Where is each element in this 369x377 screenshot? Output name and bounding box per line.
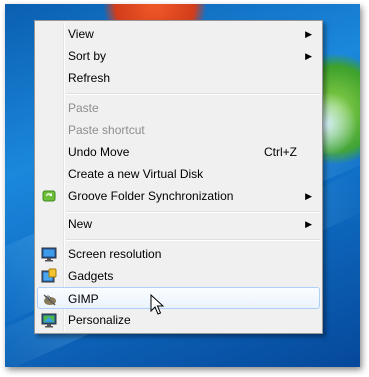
submenu-arrow-icon: ▶ bbox=[305, 29, 312, 39]
menu-item-paste: Paste bbox=[37, 97, 320, 119]
menu-item-view[interactable]: View ▶ bbox=[37, 23, 320, 45]
menu-item-personalize[interactable]: Personalize bbox=[37, 309, 320, 331]
menu-item-label: New bbox=[68, 217, 93, 231]
menu-item-create-virtual-disk[interactable]: Create a new Virtual Disk bbox=[37, 163, 320, 185]
gimp-icon bbox=[43, 294, 56, 306]
menu-item-gimp[interactable]: GIMP bbox=[37, 287, 320, 309]
menu-item-paste-shortcut: Paste shortcut bbox=[37, 119, 320, 141]
menu-item-label: Undo Move bbox=[68, 145, 130, 159]
menu-item-new[interactable]: New ▶ bbox=[37, 213, 320, 235]
menu-item-label: Personalize bbox=[68, 313, 131, 327]
desktop-context-menu: View ▶ Sort by ▶ Refresh Paste Paste sho… bbox=[34, 20, 323, 334]
menu-item-groove-folder-sync[interactable]: Groove Folder Synchronization ▶ bbox=[37, 185, 320, 207]
menu-item-label: GIMP bbox=[68, 292, 99, 306]
monitor-icon bbox=[41, 247, 57, 262]
menu-item-gadgets[interactable]: Gadgets bbox=[37, 265, 320, 287]
menu-item-label: Gadgets bbox=[68, 269, 114, 283]
menu-item-label: Paste bbox=[68, 101, 99, 115]
menu-item-label: Create a new Virtual Disk bbox=[68, 167, 204, 181]
menu-item-label: Sort by bbox=[68, 49, 107, 63]
menu-item-label: View bbox=[68, 27, 94, 41]
menu-separator bbox=[66, 239, 320, 241]
groove-sync-icon bbox=[42, 190, 56, 202]
submenu-arrow-icon: ▶ bbox=[305, 191, 312, 201]
menu-item-shortcut: Ctrl+Z bbox=[264, 145, 297, 159]
gadgets-icon bbox=[41, 268, 57, 283]
menu-item-label: Groove Folder Synchronization bbox=[68, 189, 234, 203]
menu-item-label: Screen resolution bbox=[68, 247, 162, 261]
menu-item-label: Paste shortcut bbox=[68, 123, 145, 137]
menu-item-sort-by[interactable]: Sort by ▶ bbox=[37, 45, 320, 67]
menu-item-label: Refresh bbox=[68, 71, 111, 85]
submenu-arrow-icon: ▶ bbox=[305, 219, 312, 229]
mouse-cursor-icon bbox=[150, 294, 164, 315]
menu-item-screen-resolution[interactable]: Screen resolution bbox=[37, 243, 320, 265]
menu-separator bbox=[66, 93, 320, 95]
personalize-icon bbox=[41, 313, 57, 328]
submenu-arrow-icon: ▶ bbox=[305, 51, 312, 61]
menu-item-undo-move[interactable]: Undo Move Ctrl+Z bbox=[37, 141, 320, 163]
menu-item-refresh[interactable]: Refresh bbox=[37, 67, 320, 89]
